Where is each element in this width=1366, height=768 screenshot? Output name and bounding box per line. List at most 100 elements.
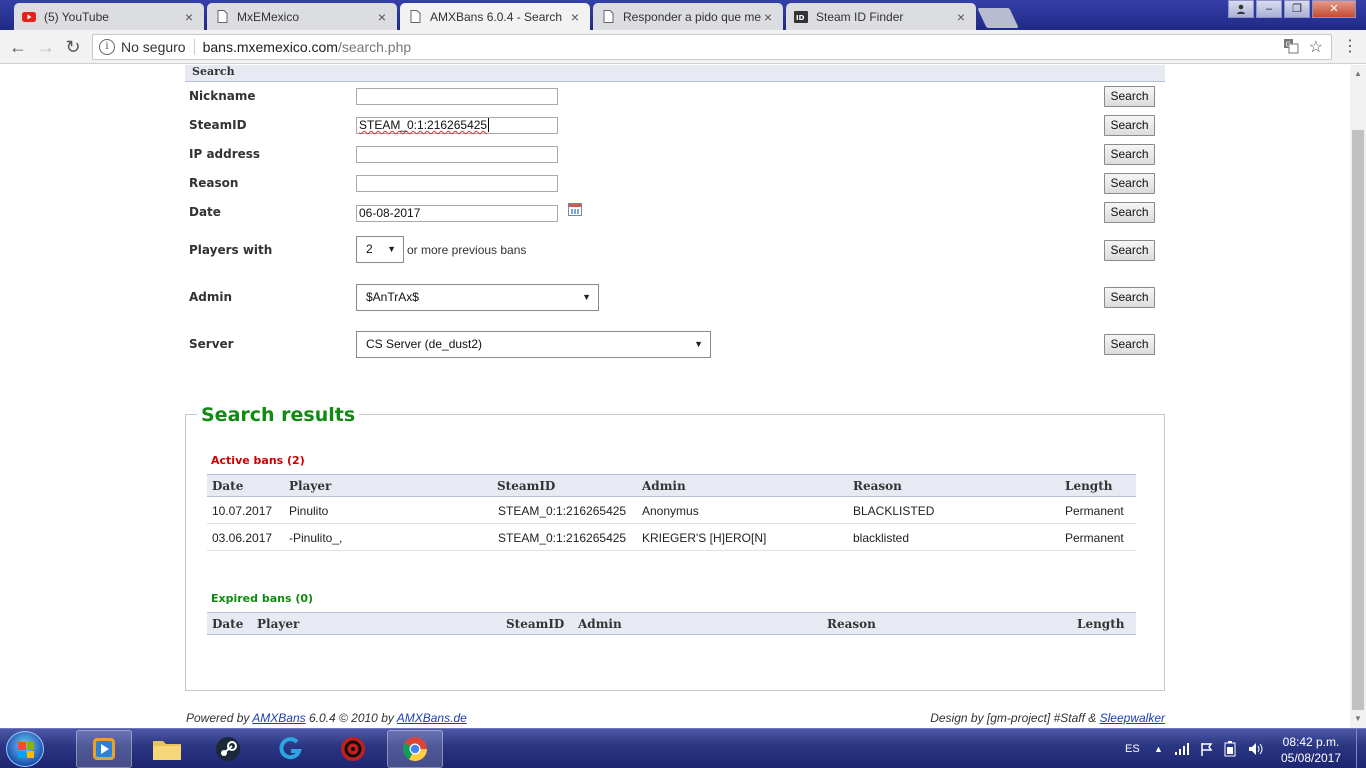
translate-icon[interactable]: G <box>1283 38 1299 57</box>
info-icon[interactable]: i <box>99 39 115 55</box>
security-label[interactable]: No seguro <box>121 39 186 55</box>
date-input[interactable]: 06-08-2017 <box>356 205 558 222</box>
ban-date: 03.06.2017 <box>212 531 273 545</box>
user-icon[interactable] <box>1228 0 1254 18</box>
action-center-flag-icon[interactable] <box>1200 729 1214 768</box>
ban-reason: BLACKLISTED <box>853 504 935 518</box>
address-separator <box>193 39 195 55</box>
server-select[interactable]: CS Server (de_dust2) ▼ <box>356 331 711 358</box>
menu-icon[interactable]: ⋮ <box>1342 39 1358 55</box>
url-path[interactable]: /search.php <box>338 39 411 55</box>
table-row[interactable]: 03.06.2017 -Pinulito_, STEAM_0:1:2162654… <box>207 524 1136 551</box>
table-row[interactable]: 10.07.2017 Pinulito STEAM_0:1:216265425 … <box>207 497 1136 524</box>
previous-bans-select[interactable]: 2 ▼ <box>356 236 404 263</box>
scrollbar-thumb[interactable] <box>1352 130 1364 710</box>
search-date-button[interactable]: Search <box>1104 202 1155 223</box>
nickname-input[interactable] <box>356 88 558 105</box>
tab-responder[interactable]: Responder a pido que me × <box>593 3 783 30</box>
windows-taskbar: ES ▲ 08:42 p.m. 05/08/2017 <box>0 728 1366 768</box>
logitech-g-icon <box>279 737 302 760</box>
tab-youtube[interactable]: (5) YouTube × <box>14 3 204 30</box>
column-header-date: Date <box>212 617 244 631</box>
scroll-up-icon[interactable]: ▲ <box>1350 67 1366 81</box>
bookmark-star-icon[interactable]: ☆ <box>1309 37 1323 57</box>
network-icon[interactable] <box>1175 729 1189 768</box>
svg-text:G: G <box>1285 40 1290 48</box>
tab-close-icon[interactable]: × <box>568 9 582 25</box>
search-ip-button[interactable]: Search <box>1104 144 1155 165</box>
column-header-admin: Admin <box>578 617 622 631</box>
tab-close-icon[interactable]: × <box>954 9 968 25</box>
calendar-icon[interactable] <box>568 203 582 216</box>
start-button[interactable] <box>6 731 44 767</box>
steamid-input[interactable]: STEAM_0:1:216265425 <box>356 117 558 134</box>
taskbar-media-player[interactable] <box>76 730 132 768</box>
reason-label: Reason <box>189 176 239 190</box>
tab-title: Steam ID Finder <box>816 9 904 24</box>
ban-player: Pinulito <box>289 504 329 518</box>
tab-close-icon[interactable]: × <box>761 9 775 25</box>
tab-title: MxEMexico <box>237 9 300 24</box>
tab-steam-id-finder[interactable]: ID Steam ID Finder × <box>786 3 976 30</box>
taskbar-logitech[interactable] <box>263 730 319 768</box>
taskbar-chrome[interactable] <box>387 730 443 768</box>
amxbans-link[interactable]: AMXBans <box>252 711 305 725</box>
language-indicator[interactable]: ES <box>1125 729 1140 768</box>
minimize-icon[interactable]: – <box>1256 0 1282 18</box>
column-header-date: Date <box>212 479 244 493</box>
ip-address-input[interactable] <box>356 146 558 163</box>
url-host[interactable]: bans.mxemexico.com <box>203 39 338 55</box>
search-server-button[interactable]: Search <box>1104 334 1155 355</box>
browser-tab-bar: (5) YouTube × MxEMexico × AMXBans 6.0.4 … <box>0 0 1366 30</box>
taskbar-game-app[interactable] <box>325 730 381 768</box>
show-desktop-button[interactable] <box>1356 729 1366 768</box>
tab-title: AMXBans 6.0.4 - Search <box>430 9 563 24</box>
tab-close-icon[interactable]: × <box>375 9 389 25</box>
ban-player: -Pinulito_, <box>289 531 343 545</box>
close-window-icon[interactable]: ✕ <box>1312 0 1356 18</box>
column-header-reason: Reason <box>853 479 902 493</box>
search-admin-button[interactable]: Search <box>1104 287 1155 308</box>
page-viewport: Search Nickname Search SteamID STEAM_0:1… <box>0 65 1350 728</box>
amxbans-de-link[interactable]: AMXBans.de <box>397 711 467 725</box>
column-header-reason: Reason <box>827 617 876 631</box>
forward-arrow-icon[interactable]: → <box>36 37 56 57</box>
search-nickname-button[interactable]: Search <box>1104 86 1155 107</box>
powered-mid: 6.0.4 © 2010 by <box>305 711 397 725</box>
search-steamid-button[interactable]: Search <box>1104 115 1155 136</box>
page-icon <box>408 10 422 24</box>
search-players-button[interactable]: Search <box>1104 240 1155 261</box>
browser-toolbar: ← → ↻ i No seguro bans.mxemexico.com/sea… <box>0 30 1366 64</box>
taskbar-clock[interactable]: 08:42 p.m. 05/08/2017 <box>1276 734 1346 766</box>
tab-close-icon[interactable]: × <box>182 9 196 25</box>
tab-amxbans-search[interactable]: AMXBans 6.0.4 - Search × <box>400 3 590 30</box>
maximize-icon[interactable]: ❐ <box>1284 0 1310 18</box>
search-reason-button[interactable]: Search <box>1104 173 1155 194</box>
new-tab-button[interactable] <box>977 8 1019 28</box>
reload-icon[interactable]: ↻ <box>63 37 83 57</box>
chevron-down-icon: ▼ <box>582 292 591 302</box>
admin-select[interactable]: $AnTrAx$ ▼ <box>356 284 599 311</box>
tray-expand-icon[interactable]: ▲ <box>1154 729 1163 768</box>
column-header-admin: Admin <box>642 479 686 493</box>
battery-icon[interactable] <box>1224 729 1236 768</box>
taskbar-steam[interactable] <box>200 730 256 768</box>
address-bar[interactable]: i No seguro bans.mxemexico.com/search.ph… <box>92 34 1332 60</box>
column-header-steamid: SteamID <box>497 479 556 493</box>
tab-mxemexico[interactable]: MxEMexico × <box>207 3 397 30</box>
sleepwalker-link[interactable]: Sleepwalker <box>1100 711 1165 725</box>
search-results-box <box>185 414 1165 691</box>
ban-steamid: STEAM_0:1:216265425 <box>498 531 627 545</box>
windows-logo-icon <box>18 742 34 758</box>
column-header-length: Length <box>1065 479 1113 493</box>
back-arrow-icon[interactable]: ← <box>8 37 28 57</box>
reason-input[interactable] <box>356 175 558 192</box>
taskbar-explorer[interactable] <box>139 730 195 768</box>
steamid-label: SteamID <box>189 118 247 132</box>
ban-admin: KRIEGER'S [H]ERO[N] <box>642 531 767 545</box>
scroll-down-icon[interactable]: ▼ <box>1350 712 1366 726</box>
active-bans-title: Active bans (2) <box>211 454 305 467</box>
expired-bans-title: Expired bans (0) <box>211 592 314 605</box>
volume-icon[interactable] <box>1248 729 1264 768</box>
page-scrollbar[interactable]: ▲ ▼ <box>1350 65 1366 728</box>
